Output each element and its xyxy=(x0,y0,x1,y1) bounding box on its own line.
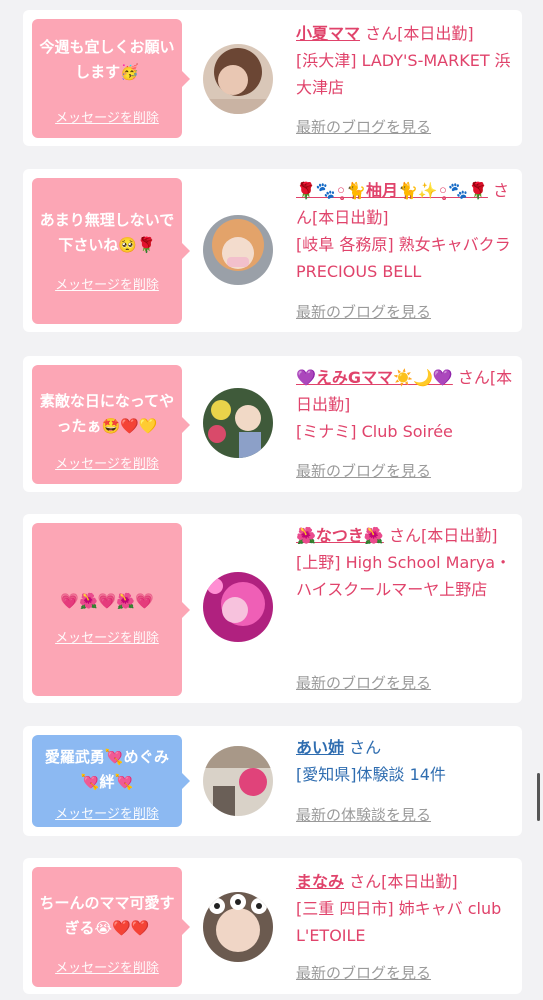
message-text: ちーんのママ可愛すぎる😭❤️❤️ xyxy=(39,894,175,937)
message-bubble: 愛羅武勇💘めぐみ💘絆💘 メッセージを削除 xyxy=(32,735,190,827)
message-text: 素敵な日になってやったぁ🤩❤️💛 xyxy=(39,392,175,435)
shop-info: [三重 四日市] 姉キャバ club L'ETOILE xyxy=(296,899,502,945)
delete-message-button[interactable]: メッセージを削除 xyxy=(32,803,182,822)
delete-message-button[interactable]: メッセージを削除 xyxy=(32,107,182,126)
message-card: 今週も宜しくお願いします🥳 メッセージを削除 小夏ママ さん[本日出勤] [浜大… xyxy=(23,10,522,146)
blog-link[interactable]: 最新のブログを見る xyxy=(296,116,431,137)
avatar-photo xyxy=(203,572,273,642)
user-name-link[interactable]: あい姉 xyxy=(296,738,344,757)
message-text: 💗🌺💗🌺💗 xyxy=(60,592,154,610)
message-bubble: 今週も宜しくお願いします🥳 メッセージを削除 xyxy=(32,19,190,138)
user-name-link[interactable]: 小夏ママ xyxy=(296,24,360,43)
status-text: さん xyxy=(349,738,382,757)
message-card: 素敵な日になってやったぁ🤩❤️💛 メッセージを削除 💜えみGママ☀️🌙💜 さん[… xyxy=(23,356,522,492)
delete-message-button[interactable]: メッセージを削除 xyxy=(32,627,182,646)
shop-info: [上野] High School Marya・ハイスクールマーヤ上野店 xyxy=(296,553,512,599)
delete-message-button[interactable]: メッセージを削除 xyxy=(32,453,182,472)
user-info: 💜えみGママ☀️🌙💜 さん[本日出勤] [ミナミ] Club Soirée xyxy=(296,364,514,445)
user-info: あい姉 さん [愛知県]体験談 14件 xyxy=(296,734,514,788)
status-text: さん[本日出勤] xyxy=(365,24,474,43)
avatar[interactable] xyxy=(203,44,273,114)
avatar[interactable] xyxy=(203,388,273,458)
message-bubble: あまり無理しないで下さいね🥺🌹 メッセージを削除 xyxy=(32,178,190,324)
delete-message-button[interactable]: メッセージを削除 xyxy=(32,957,182,976)
avatar-photo xyxy=(203,44,273,114)
message-card: ちーんのママ可愛すぎる😭❤️❤️ メッセージを削除 まなみ さん[本日出勤] [… xyxy=(23,858,522,994)
scrollbar[interactable] xyxy=(537,773,540,821)
avatar[interactable] xyxy=(203,215,273,285)
blog-link[interactable]: 最新の体験談を見る xyxy=(296,804,431,825)
user-info: 🌺なつき🌺 さん[本日出勤] [上野] High School Marya・ハイ… xyxy=(296,522,514,603)
user-info: 🌹🐾◦̥̥̥̥🐈柚月🐈✨◦̥̥̥̥🐾🌹 さん[本日出勤] [岐阜 各務原] 熟女… xyxy=(296,177,514,285)
avatar-photo xyxy=(203,215,273,285)
message-card: あまり無理しないで下さいね🥺🌹 メッセージを削除 🌹🐾◦̥̥̥̥🐈柚月🐈✨◦̥̥… xyxy=(23,169,522,332)
user-info: 小夏ママ さん[本日出勤] [浜大津] LADY'S-MARKET 浜大津店 xyxy=(296,20,514,101)
message-card: 💗🌺💗🌺💗 メッセージを削除 🌺なつき🌺 さん[本日出勤] [上野] High … xyxy=(23,514,522,703)
user-name-link[interactable]: 🌹🐾◦̥̥̥̥🐈柚月🐈✨◦̥̥̥̥🐾🌹 xyxy=(296,181,488,200)
shop-info: [浜大津] LADY'S-MARKET 浜大津店 xyxy=(296,51,511,97)
blog-link[interactable]: 最新のブログを見る xyxy=(296,962,431,983)
avatar-photo xyxy=(203,388,273,458)
avatar-photo xyxy=(203,892,273,962)
blog-link[interactable]: 最新のブログを見る xyxy=(296,460,431,481)
message-bubble: ちーんのママ可愛すぎる😭❤️❤️ メッセージを削除 xyxy=(32,867,190,987)
message-bubble: 💗🌺💗🌺💗 メッセージを削除 xyxy=(32,523,190,696)
user-name-link[interactable]: まなみ xyxy=(296,872,344,891)
avatar[interactable] xyxy=(203,572,273,642)
message-card: 愛羅武勇💘めぐみ💘絆💘 メッセージを削除 あい姉 さん [愛知県]体験談 14件… xyxy=(23,726,522,836)
message-text: 愛羅武勇💘めぐみ💘絆💘 xyxy=(44,748,170,791)
delete-message-button[interactable]: メッセージを削除 xyxy=(32,274,182,293)
message-bubble: 素敵な日になってやったぁ🤩❤️💛 メッセージを削除 xyxy=(32,365,190,484)
user-name-link[interactable]: 💜えみGママ☀️🌙💜 xyxy=(296,368,453,387)
avatar[interactable] xyxy=(203,892,273,962)
avatar[interactable] xyxy=(203,746,273,816)
user-info: まなみ さん[本日出勤] [三重 四日市] 姉キャバ club L'ETOILE xyxy=(296,868,514,949)
blog-link[interactable]: 最新のブログを見る xyxy=(296,301,431,322)
avatar-photo xyxy=(203,746,273,816)
status-text: さん[本日出勤] xyxy=(388,526,498,545)
user-name-link[interactable]: 🌺なつき🌺 xyxy=(296,526,384,545)
shop-info: [愛知県]体験談 14件 xyxy=(296,765,446,784)
shop-info: [岐阜 各務原] 熟女キャバクラ PRECIOUS BELL xyxy=(296,235,511,281)
message-text: あまり無理しないで下さいね🥺🌹 xyxy=(39,211,175,254)
status-text: さん[本日出勤] xyxy=(349,872,458,891)
shop-info: [ミナミ] Club Soirée xyxy=(296,422,453,441)
blog-link[interactable]: 最新のブログを見る xyxy=(296,672,431,693)
message-text: 今週も宜しくお願いします🥳 xyxy=(39,38,175,81)
